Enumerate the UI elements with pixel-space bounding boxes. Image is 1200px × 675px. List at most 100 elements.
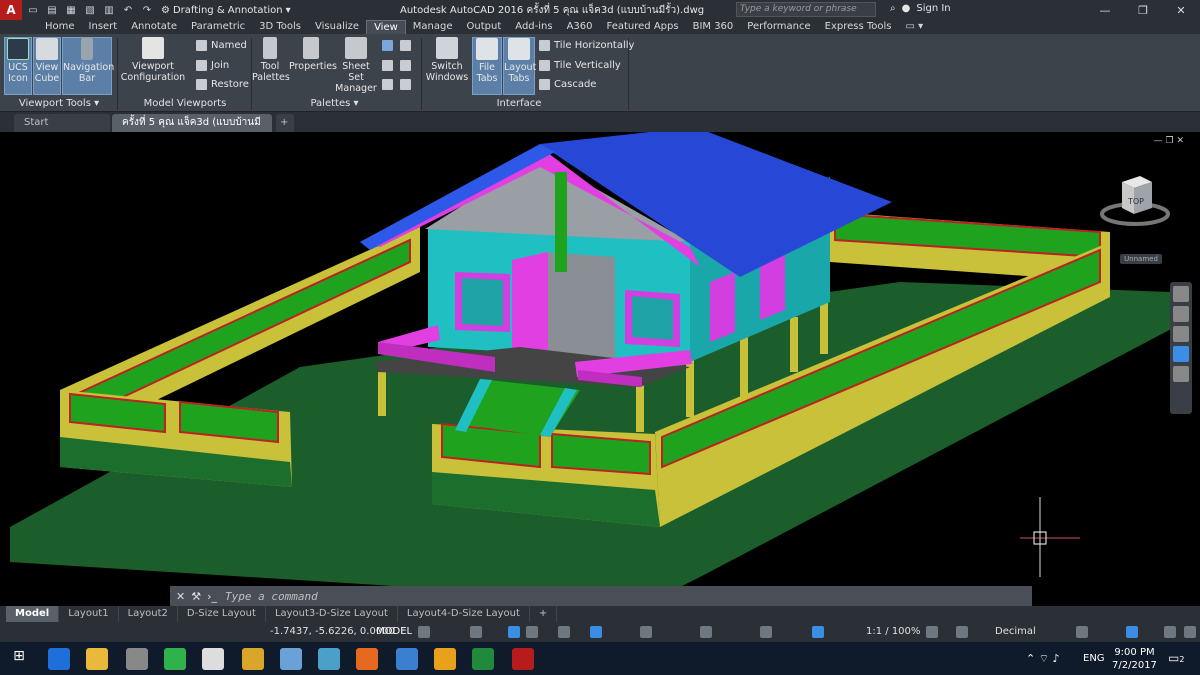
ribbon-tab-output[interactable]: Output [460, 20, 509, 34]
ribbon-tab-3d-tools[interactable]: 3D Tools [252, 20, 308, 34]
units-readout[interactable]: Decimal [995, 626, 1036, 637]
close-icon[interactable]: ✕ [1162, 0, 1200, 20]
minimize-icon[interactable]: — [1086, 0, 1124, 20]
layout-tab-layout1[interactable]: Layout1 [59, 606, 119, 622]
maximize-icon[interactable]: ❐ [1124, 0, 1162, 20]
quick-properties-icon[interactable] [1076, 626, 1088, 638]
add-layout-plus-icon[interactable]: + [530, 606, 558, 622]
hardware-accel-icon[interactable] [1126, 626, 1138, 638]
ucs-dynamic-icon[interactable] [590, 626, 602, 638]
windows-start-icon[interactable]: ⊞ [8, 648, 30, 670]
command-input[interactable]: Type a command [225, 590, 318, 603]
grid-icon[interactable] [418, 626, 430, 638]
firefox-icon[interactable] [356, 648, 378, 670]
layout-tab-layout2[interactable]: Layout2 [119, 606, 178, 622]
layout-tab-d-size-layout[interactable]: D-Size Layout [178, 606, 266, 622]
drawing-viewport[interactable]: — ❐ ✕ TOP Unnamed ✕ ⚒ ›_ Type a command [0, 132, 1200, 606]
palettes-panel-label[interactable]: Palettes ▾ [252, 97, 417, 111]
viewcube[interactable]: TOP [1100, 172, 1170, 232]
markup-icon[interactable] [382, 60, 393, 71]
polar-icon[interactable] [526, 626, 538, 638]
orbit-icon[interactable] [1173, 346, 1189, 362]
save-icon[interactable]: ▦ [63, 2, 79, 18]
file-tab-start[interactable]: Start [14, 114, 110, 132]
store-icon[interactable] [202, 648, 224, 670]
annotation-visibility-icon[interactable] [812, 626, 824, 638]
ribbon-tab-featured-apps[interactable]: Featured Apps [600, 20, 686, 34]
ribbon-options-icon[interactable]: ▭ ▾ [899, 20, 931, 34]
viewcube-button[interactable]: View Cube [33, 37, 61, 95]
ribbon-tab-parametric[interactable]: Parametric [184, 20, 252, 34]
close-icon[interactable]: ✕ [176, 590, 185, 603]
help-search-input[interactable]: Type a keyword or phrase [736, 2, 876, 17]
input-language[interactable]: ENG [1083, 653, 1105, 664]
osnap-icon[interactable] [558, 626, 570, 638]
join-viewports-button[interactable]: Join [196, 60, 229, 71]
command-prompt-icon[interactable]: ›_ [207, 590, 217, 603]
named-viewports-button[interactable]: Named [196, 40, 247, 51]
viewport-controls[interactable]: — ❐ ✕ [1154, 136, 1184, 146]
ribbon-tab-express-tools[interactable]: Express Tools [818, 20, 899, 34]
tile-horizontally-button[interactable]: Tile Horizontally [539, 40, 634, 51]
command-line[interactable]: ✕ ⚒ ›_ Type a command [170, 586, 1032, 606]
autocad-taskbar-icon[interactable] [512, 648, 534, 670]
snap-icon[interactable] [470, 626, 482, 638]
ribbon-tab-home[interactable]: Home [38, 20, 82, 34]
showmotion-icon[interactable] [1173, 366, 1189, 382]
viewport-tools-panel-label[interactable]: Viewport Tools ▾ [4, 97, 114, 111]
ribbon-tab-performance[interactable]: Performance [740, 20, 817, 34]
isolate-objects-icon[interactable] [760, 626, 772, 638]
signin-area[interactable]: ⌕ ● Sign In [890, 3, 951, 14]
signin-label[interactable]: Sign In [916, 3, 950, 14]
ribbon-tab-visualize[interactable]: Visualize [308, 20, 366, 34]
layout-tab-layout4-d-size-layout[interactable]: Layout4-D-Size Layout [398, 606, 530, 622]
line-app-icon[interactable] [164, 648, 186, 670]
switch-windows-button[interactable]: Switch Windows [424, 37, 470, 95]
excel-icon[interactable] [472, 648, 494, 670]
selection-cycling-icon[interactable] [700, 626, 712, 638]
cascade-button[interactable]: Cascade [539, 79, 596, 90]
workspace-switcher[interactable]: ⚙ Drafting & Annotation ▾ [161, 5, 291, 16]
ribbon-tab-manage[interactable]: Manage [406, 20, 460, 34]
wrench-icon[interactable]: ⚒ [191, 590, 201, 603]
ucs-menu[interactable]: Unnamed [1120, 254, 1162, 264]
ucs-icon-button[interactable]: UCS Icon [4, 37, 32, 95]
layout-tabs-button[interactable]: Layout Tabs [503, 37, 536, 95]
notification-center-icon[interactable]: ▭2 [1168, 651, 1184, 665]
app-icon[interactable] [318, 648, 340, 670]
viewport-configuration-button[interactable]: Viewport Configuration [120, 37, 186, 95]
ribbon-tab-add-ins[interactable]: Add-ins [508, 20, 559, 34]
undo-icon[interactable]: ↶ [120, 2, 136, 18]
lineweight-icon[interactable] [640, 626, 652, 638]
tray-icons[interactable]: ⌃ ⌔ ♪ [1026, 652, 1060, 666]
file-explorer-icon[interactable] [86, 648, 108, 670]
open-file-icon[interactable]: ▤ [44, 2, 60, 18]
navigation-bar-button[interactable]: Navigation Bar [62, 37, 114, 95]
file-tabs-button[interactable]: File Tabs [472, 37, 502, 95]
redo-icon[interactable]: ↷ [139, 2, 155, 18]
workspace-gear-icon[interactable] [926, 626, 938, 638]
sheet-set-manager-button[interactable]: Sheet Set Manager [334, 37, 378, 95]
autocad-logo-icon[interactable]: A [0, 0, 22, 20]
ortho-icon[interactable] [508, 626, 520, 638]
app-icon[interactable] [434, 648, 456, 670]
file-tab-drawing[interactable]: ครั้งที่ 5 คุณ แจ็ค3d (แบบบ้านมีรั้ว)* ✕ [112, 114, 272, 146]
ribbon-tab-bim-360[interactable]: BIM 360 [686, 20, 741, 34]
clean-screen-icon[interactable] [1164, 626, 1176, 638]
app-icon[interactable] [280, 648, 302, 670]
block-palette-icon[interactable] [400, 79, 411, 90]
ribbon-tab-insert[interactable]: Insert [82, 20, 125, 34]
new-tab-plus-icon[interactable]: + [276, 114, 294, 132]
pan-hand-icon[interactable] [1173, 306, 1189, 322]
new-file-icon[interactable]: ▭ [25, 2, 41, 18]
layout-tab-layout3-d-size-layout[interactable]: Layout3-D-Size Layout [266, 606, 398, 622]
layer-properties-icon[interactable] [400, 40, 411, 51]
annotation-scale[interactable]: 1:1 / 100% [866, 626, 920, 637]
calculator-icon[interactable] [400, 60, 411, 71]
save-as-icon[interactable]: ▧ [82, 2, 98, 18]
restore-viewports-button[interactable]: Restore [196, 79, 249, 90]
steering-wheel-icon[interactable] [1173, 286, 1189, 302]
print-icon[interactable]: ▥ [101, 2, 117, 18]
edge-browser-icon[interactable] [48, 648, 70, 670]
binoculars-icon[interactable]: ⌕ [890, 3, 896, 14]
